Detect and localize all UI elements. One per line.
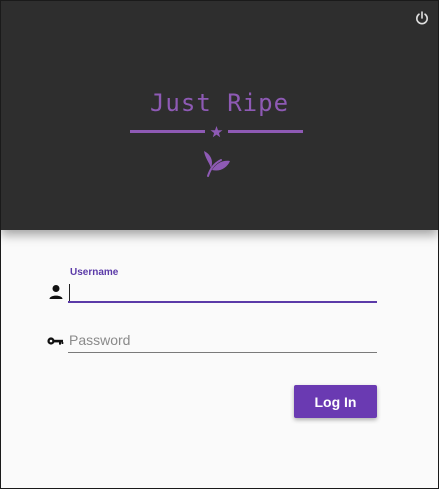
- password-input[interactable]: [68, 329, 378, 351]
- leaf-icon: [204, 151, 230, 177]
- key-icon: [47, 337, 64, 345]
- header-banner: Just Ripe: [1, 1, 438, 230]
- login-button[interactable]: Log In: [294, 385, 377, 418]
- power-icon[interactable]: [414, 10, 430, 26]
- username-label: Username: [70, 267, 119, 278]
- title-divider: [130, 126, 303, 138]
- username-underline: [68, 301, 377, 303]
- text-caret: [69, 284, 70, 301]
- star-icon: [210, 126, 223, 138]
- app-window: Just Ripe Username Log In: [0, 0, 439, 489]
- username-input[interactable]: [68, 281, 378, 303]
- person-icon: [49, 285, 63, 299]
- password-underline: [68, 352, 377, 353]
- app-title: Just Ripe: [149, 89, 290, 117]
